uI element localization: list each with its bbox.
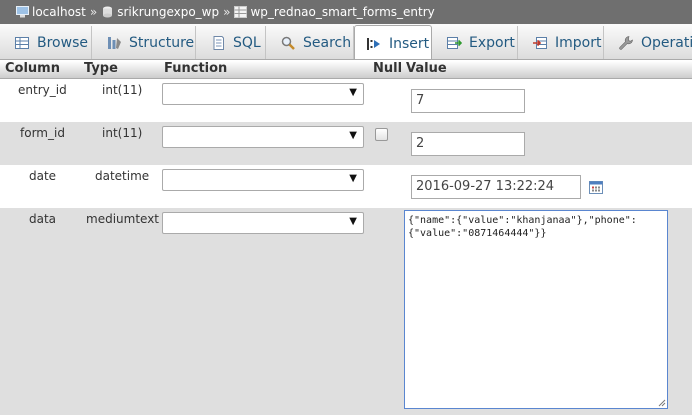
row-column-name: form_id [20, 126, 65, 140]
export-icon [447, 37, 462, 49]
tab-export-label: Export [469, 35, 515, 51]
header-column: Column [5, 61, 60, 76]
tab-sql[interactable]: SQL [196, 26, 266, 59]
value-textarea[interactable]: {"name":{"value":"khanjanaa"},"phone": {… [404, 210, 668, 409]
tab-export[interactable]: Export [432, 26, 518, 59]
value-textarea-content: {"name":{"value":"khanjanaa"},"phone": {… [408, 215, 637, 239]
server-icon [16, 6, 29, 18]
tab-bar: Browse Structure SQL Search Insert Expor… [0, 24, 692, 60]
dropdown-arrow-icon: ▼ [349, 87, 357, 98]
tab-structure[interactable]: Structure [92, 26, 196, 59]
header-type: Type [84, 61, 118, 76]
table-row: date datetime ▼ 2016-09-27 13:22:24 [0, 165, 692, 208]
import-icon [533, 37, 547, 49]
column-header-row: Column Type Function Null Value [0, 61, 692, 79]
dropdown-arrow-icon: ▼ [349, 130, 357, 141]
tab-browse-label: Browse [37, 35, 88, 51]
tab-search-label: Search [303, 35, 352, 51]
browse-icon [15, 37, 29, 49]
header-null: Null [373, 61, 403, 76]
header-value: Value [406, 61, 447, 76]
row-type: int(11) [102, 83, 143, 97]
row-type: mediumtext [86, 212, 160, 226]
value-input[interactable]: 2 [411, 132, 525, 156]
value-input[interactable]: 7 [411, 89, 525, 113]
tab-sql-label: SQL [233, 35, 261, 51]
function-select[interactable]: ▼ [162, 83, 364, 105]
date-value-input[interactable]: 2016-09-27 13:22:24 [411, 175, 581, 199]
calendar-icon[interactable] [589, 180, 603, 194]
null-checkbox[interactable] [375, 128, 388, 141]
row-type: int(11) [102, 126, 143, 140]
row-column-name: data [29, 212, 57, 226]
tab-import-label: Import [555, 35, 602, 51]
insert-icon [367, 37, 380, 50]
sql-icon [213, 36, 224, 50]
search-icon [281, 36, 295, 50]
breadcrumb-table[interactable]: wp_rednao_smart_forms_entry [250, 5, 434, 19]
table-icon [234, 6, 248, 18]
function-select[interactable]: ▼ [162, 126, 364, 148]
tab-browse[interactable]: Browse [0, 26, 92, 59]
structure-icon [108, 37, 121, 49]
resize-grip-icon[interactable] [658, 399, 666, 407]
breadcrumb: localhost » srikrungexpo_wp » wp_rednao_… [0, 0, 692, 24]
tab-search[interactable]: Search [266, 26, 354, 59]
tab-operations[interactable]: Operation [604, 26, 692, 59]
table-row: form_id int(11) ▼ 2 [0, 122, 692, 165]
breadcrumb-server[interactable]: localhost [32, 5, 86, 19]
function-select[interactable]: ▼ [162, 212, 364, 234]
breadcrumb-separator: » [89, 5, 98, 19]
row-column-name: date [29, 169, 57, 183]
wrench-icon [619, 36, 633, 50]
tab-insert-label: Insert [389, 35, 430, 52]
dropdown-arrow-icon: ▼ [349, 216, 357, 227]
tab-insert[interactable]: Insert [354, 25, 432, 59]
database-icon [103, 6, 113, 18]
dropdown-arrow-icon: ▼ [349, 173, 357, 184]
function-select[interactable]: ▼ [162, 169, 364, 191]
tab-operations-label: Operation [641, 35, 692, 51]
breadcrumb-database[interactable]: srikrungexpo_wp [117, 5, 219, 19]
breadcrumb-separator: » [223, 5, 231, 19]
header-function: Function [164, 61, 228, 76]
tab-import[interactable]: Import [518, 26, 604, 59]
row-column-name: entry_id [18, 83, 67, 97]
tab-structure-label: Structure [129, 35, 195, 51]
table-row: entry_id int(11) ▼ 7 [0, 79, 692, 122]
row-type: datetime [95, 169, 150, 183]
